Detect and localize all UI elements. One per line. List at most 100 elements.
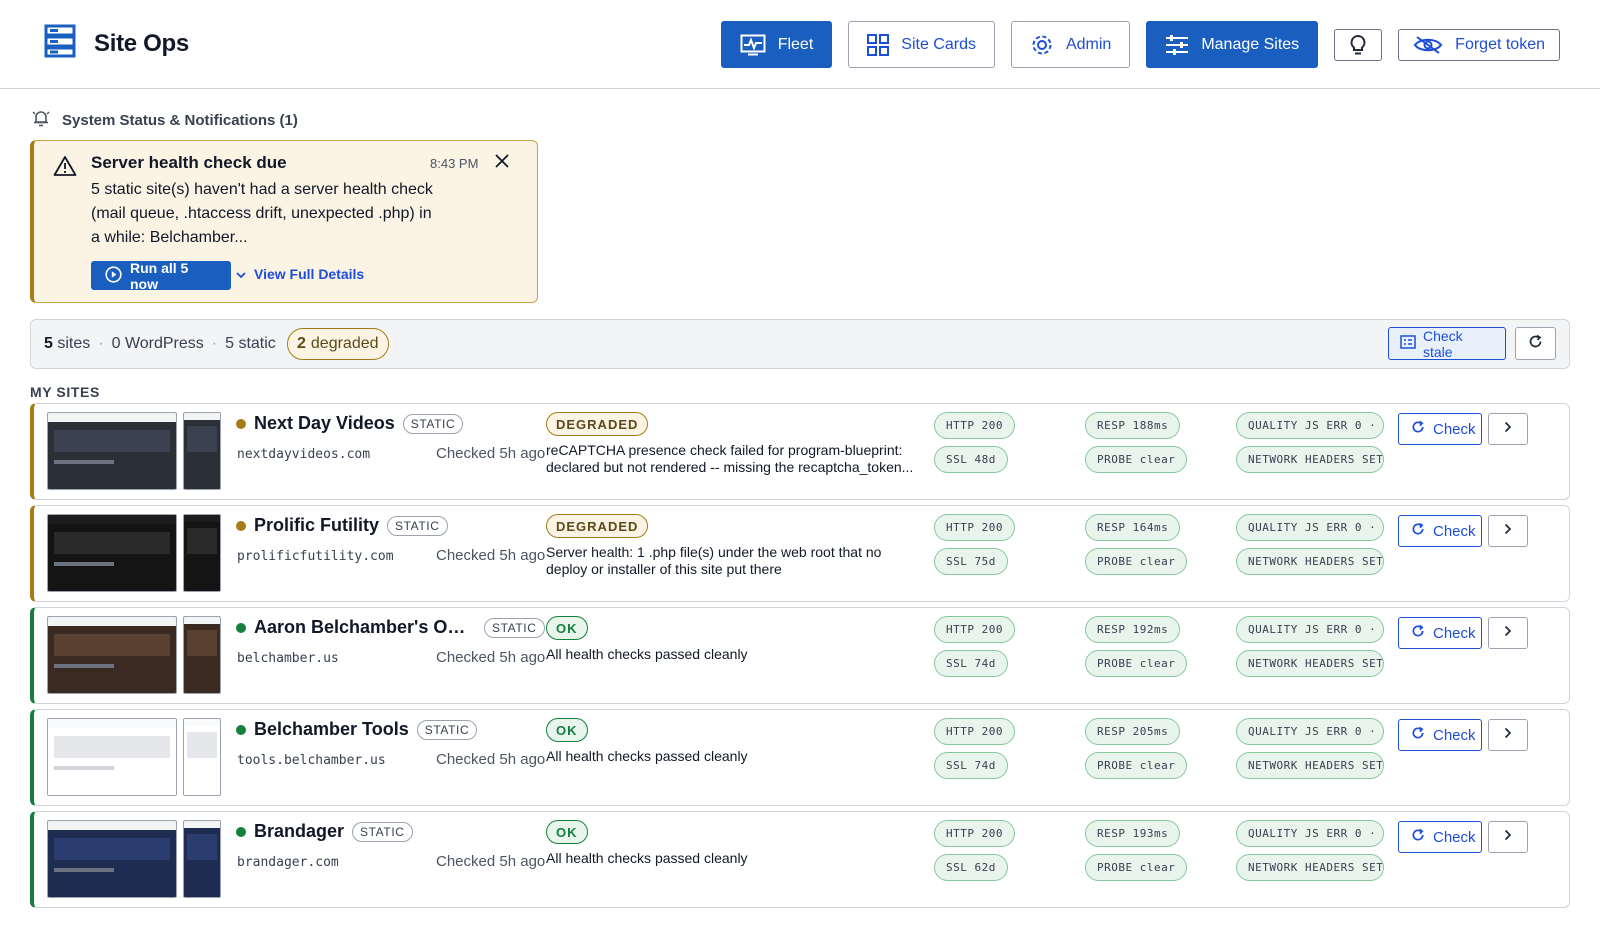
quality-chip: QUALITY JS ERR 0 · A11Y xyxy=(1236,718,1384,745)
site-name-group: Next Day Videos STATIC xyxy=(236,413,464,434)
manage-sites-button[interactable]: Manage Sites xyxy=(1146,21,1319,68)
expand-row-button[interactable] xyxy=(1488,821,1528,853)
check-site-button[interactable]: Check xyxy=(1398,617,1482,649)
check-label: Check xyxy=(1433,624,1476,642)
status-message-line-1: All health checks passed cleanly xyxy=(546,748,748,764)
site-name-group: Belchamber Tools STATIC xyxy=(236,719,478,740)
admin-button[interactable]: Admin xyxy=(1010,21,1131,68)
check-site-button[interactable]: Check xyxy=(1398,821,1482,853)
status-message-line-1: All health checks passed cleanly xyxy=(546,850,748,866)
app-title: Site Ops xyxy=(94,29,189,57)
ssl-chip: SSL 62d xyxy=(934,854,1008,881)
bell-icon xyxy=(31,108,51,132)
forget-token-button[interactable]: Forget token xyxy=(1398,28,1560,61)
site-name-group: Aaron Belchamber's Online Portfolio STAT… xyxy=(236,617,545,638)
check-site-button[interactable]: Check xyxy=(1398,515,1482,547)
site-domain[interactable]: prolificfutility.com xyxy=(237,549,394,564)
degraded-count: 2 xyxy=(297,335,306,352)
check-label: Check xyxy=(1433,828,1476,846)
status-message-line-1: All health checks passed cleanly xyxy=(546,646,748,662)
forget-token-label: Forget token xyxy=(1455,35,1545,53)
desktop-screenshot-thumbnail[interactable] xyxy=(47,820,177,898)
chevron-right-icon xyxy=(1504,726,1512,744)
check-stale-button[interactable]: Check stale xyxy=(1388,327,1506,360)
fleet-button[interactable]: Fleet xyxy=(720,21,833,68)
network-chip: NETWORK HEADERS SET xyxy=(1236,548,1384,575)
warning-icon xyxy=(53,155,77,182)
alert-time: 8:43 PM xyxy=(430,156,479,171)
mobile-screenshot-thumbnail[interactable] xyxy=(183,616,221,694)
notifications-heading-text: System Status & Notifications (1) xyxy=(62,111,298,129)
alert-body: 5 static site(s) haven't had a server he… xyxy=(91,181,433,246)
mobile-screenshot-thumbnail[interactable] xyxy=(183,718,221,796)
site-title[interactable]: Brandager xyxy=(254,821,344,842)
chevron-right-icon xyxy=(1504,828,1512,846)
mobile-screenshot-thumbnail[interactable] xyxy=(183,514,221,592)
site-name-group: Brandager STATIC xyxy=(236,821,413,842)
expand-row-button[interactable] xyxy=(1488,719,1528,751)
close-icon[interactable] xyxy=(495,152,509,173)
site-row: Brandager STATIC brandager.com Checked 5… xyxy=(30,811,1570,908)
status-dot xyxy=(236,418,246,429)
view-details-label: View Full Details xyxy=(254,266,365,282)
manage-sites-label: Manage Sites xyxy=(1201,35,1300,53)
network-chip: NETWORK HEADERS SET xyxy=(1236,854,1384,881)
status-message: All health checks passed cleanly xyxy=(546,850,924,867)
checked-time: Checked 5h ago xyxy=(436,649,546,666)
site-row: Aaron Belchamber's Online Portfolio STAT… xyxy=(30,607,1570,704)
site-title[interactable]: Next Day Videos xyxy=(254,413,395,434)
ssl-chip: SSL 74d xyxy=(934,650,1008,677)
chevron-right-icon xyxy=(1504,624,1512,642)
status-message-line-2: declared but not rendered -- missing the… xyxy=(546,459,914,475)
notifications-heading: System Status & Notifications (1) xyxy=(31,108,298,132)
probe-chip: PROBE clear xyxy=(1085,446,1188,473)
site-cards-button[interactable]: Site Cards xyxy=(848,21,995,68)
site-domain[interactable]: nextdayvideos.com xyxy=(237,447,370,462)
site-title[interactable]: Belchamber Tools xyxy=(254,719,409,740)
mobile-screenshot-thumbnail[interactable] xyxy=(183,412,221,490)
status-badge: DEGRADED xyxy=(546,514,649,538)
static-count: 5 static xyxy=(225,335,276,352)
check-site-button[interactable]: Check xyxy=(1398,719,1482,751)
probe-chip: PROBE clear xyxy=(1085,650,1188,677)
degraded-filter-pill[interactable]: 2 degraded xyxy=(287,328,389,360)
activity-chart-icon xyxy=(740,34,766,56)
tips-button[interactable] xyxy=(1334,28,1383,61)
check-stale-label: Check stale xyxy=(1423,327,1463,360)
site-domain[interactable]: brandager.com xyxy=(237,855,339,870)
site-domain[interactable]: tools.belchamber.us xyxy=(237,753,386,768)
status-dot xyxy=(236,826,246,837)
mobile-screenshot-thumbnail[interactable] xyxy=(183,820,221,898)
site-row: Next Day Videos STATIC nextdayvideos.com… xyxy=(30,403,1570,500)
site-title[interactable]: Aaron Belchamber's Online Portfolio xyxy=(254,617,476,638)
app-header: Site Ops Fleet Site Cards Admin Manage S… xyxy=(0,0,1600,89)
refresh-button[interactable] xyxy=(1515,327,1556,360)
alert-title: Server health check due xyxy=(91,153,287,172)
quality-chip: QUALITY JS ERR 0 · A11Y xyxy=(1236,412,1384,439)
check-site-button[interactable]: Check xyxy=(1398,413,1482,445)
desktop-screenshot-thumbnail[interactable] xyxy=(47,616,177,694)
resp-chip: RESP 164ms xyxy=(1085,514,1181,541)
lightbulb-icon xyxy=(1348,34,1368,56)
refresh-icon xyxy=(1411,828,1425,846)
status-message: All health checks passed cleanly xyxy=(546,748,924,765)
eye-off-icon xyxy=(1413,35,1443,55)
desktop-screenshot-thumbnail[interactable] xyxy=(47,718,177,796)
site-row: Belchamber Tools STATIC tools.belchamber… xyxy=(30,709,1570,806)
view-details-link[interactable]: View Full Details xyxy=(236,266,364,282)
resp-chip: RESP 192ms xyxy=(1085,616,1181,643)
expand-row-button[interactable] xyxy=(1488,617,1528,649)
chevron-right-icon xyxy=(1504,522,1512,540)
expand-row-button[interactable] xyxy=(1488,413,1528,445)
site-title[interactable]: Prolific Futility xyxy=(254,515,379,536)
status-badge: DEGRADED xyxy=(546,412,649,436)
site-domain[interactable]: belchamber.us xyxy=(237,651,339,666)
site-type-tag: STATIC xyxy=(402,413,464,434)
probe-chip: PROBE clear xyxy=(1085,854,1188,881)
desktop-screenshot-thumbnail[interactable] xyxy=(47,514,177,592)
network-chip: NETWORK HEADERS SET xyxy=(1236,752,1384,779)
expand-row-button[interactable] xyxy=(1488,515,1528,547)
desktop-screenshot-thumbnail[interactable] xyxy=(47,412,177,490)
run-all-button[interactable]: Run all 5 now xyxy=(91,260,231,292)
quality-chip: QUALITY JS ERR 0 · A11Y xyxy=(1236,616,1384,643)
